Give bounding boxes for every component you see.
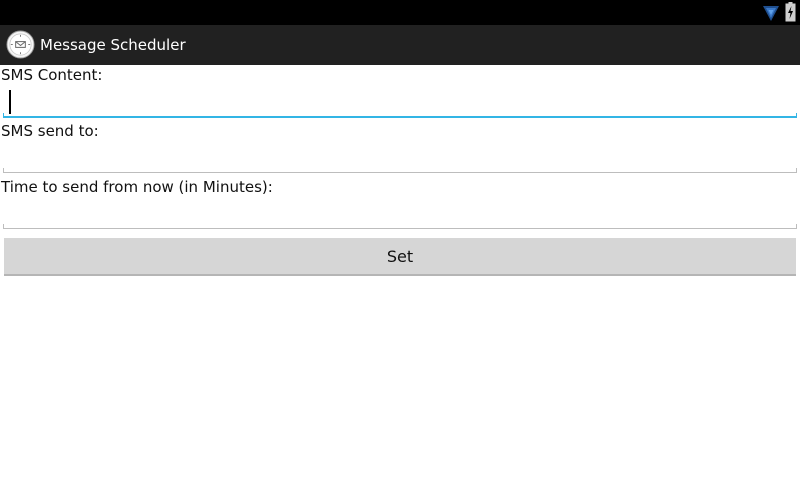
scheduler-form: SMS Content: SMS send to: Time to send f… <box>0 65 800 480</box>
sms-send-to-input[interactable] <box>3 135 797 173</box>
wifi-icon <box>763 6 779 21</box>
sms-content-input[interactable] <box>3 80 797 118</box>
text-cursor <box>9 90 11 114</box>
status-bar <box>0 0 800 25</box>
set-button[interactable]: Set <box>4 238 796 276</box>
battery-charging-icon <box>785 2 796 22</box>
app-title: Message Scheduler <box>40 36 186 54</box>
action-bar: Message Scheduler <box>0 25 800 65</box>
time-minutes-input[interactable] <box>3 191 797 229</box>
clock-icon[interactable] <box>6 30 35 59</box>
